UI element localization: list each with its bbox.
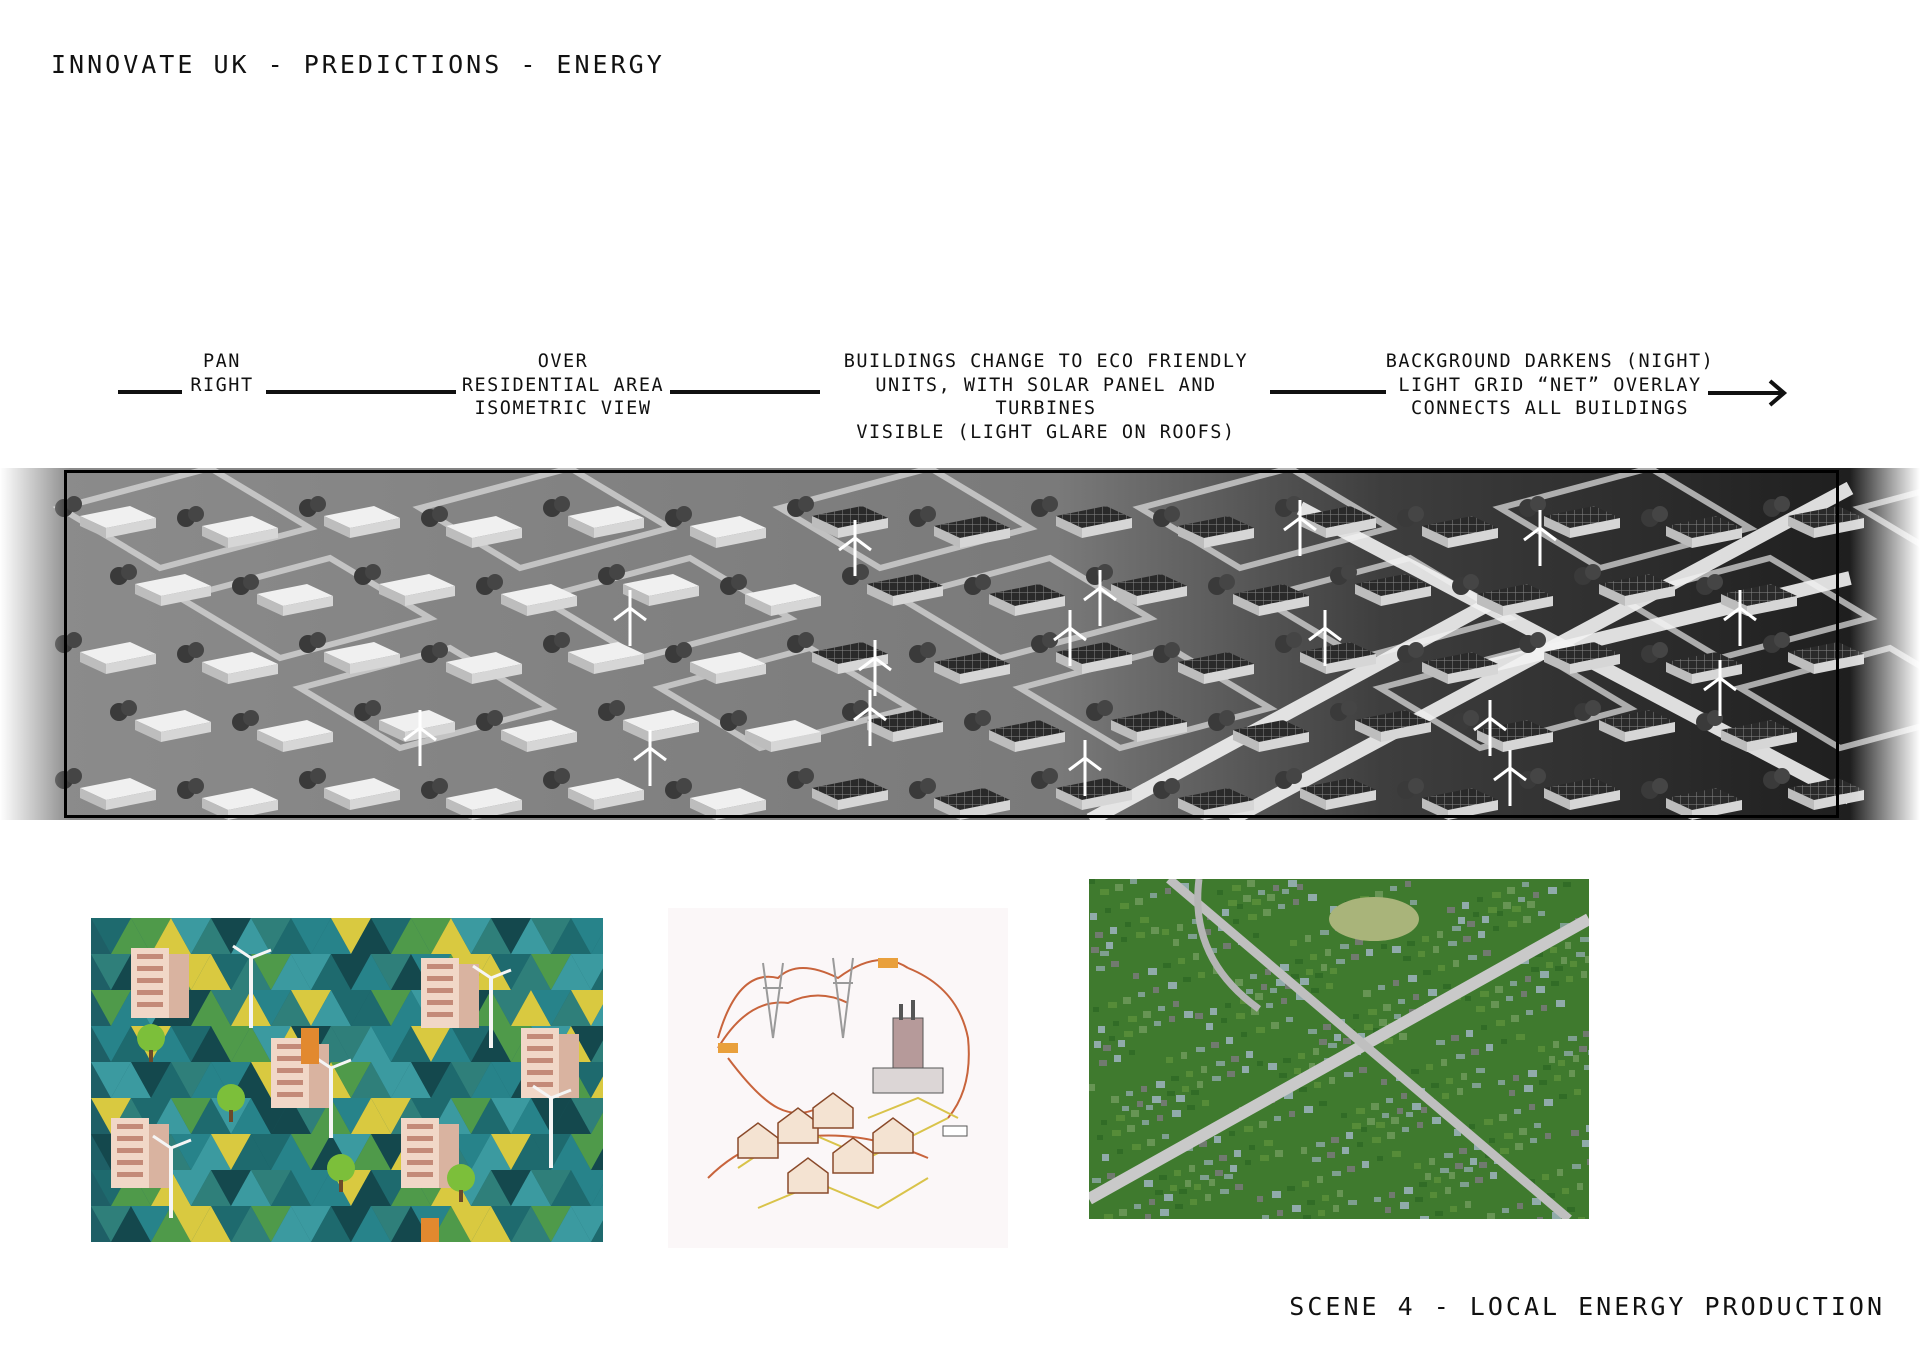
sketch-canvas	[0, 464, 1920, 827]
chimney-icon	[421, 1218, 439, 1242]
building-icon	[111, 1118, 169, 1188]
aerial-suburb-photo	[1089, 879, 1589, 1219]
timeline-step-night-grid: BACKGROUND DARKENS (NIGHT) LIGHT GRID “N…	[1385, 351, 1715, 419]
timeline-step-pan-right: PAN RIGHT	[190, 351, 254, 396]
page-title: INNOVATE UK - PREDICTIONS - ENERGY	[51, 50, 665, 79]
tree-icon	[327, 1154, 355, 1182]
building-icon	[521, 1028, 579, 1098]
building-icon	[271, 1038, 329, 1108]
timeline-step-residential: OVER RESIDENTIAL AREA ISOMETRIC VIEW	[461, 351, 665, 419]
timeline-connector	[266, 390, 456, 394]
tree-icon	[217, 1084, 245, 1112]
building-icon	[421, 958, 479, 1028]
timeline-connector	[1270, 390, 1386, 394]
arrow-right-icon	[1708, 379, 1788, 407]
field	[1329, 897, 1419, 941]
timeline-step-eco-buildings: BUILDINGS CHANGE TO ECO FRIENDLY UNITS, …	[843, 351, 1249, 443]
timeline-connector	[670, 390, 820, 394]
tree-icon	[137, 1024, 165, 1052]
storyboard-sketch	[0, 464, 1920, 827]
tree-icon	[447, 1164, 475, 1192]
isometric-city-image	[91, 918, 603, 1242]
building-icon	[131, 948, 189, 1018]
chimney-icon	[301, 1028, 319, 1064]
power-grid-diagram-image	[668, 908, 1008, 1248]
scene-title: SCENE 4 - LOCAL ENERGY PRODUCTION	[1289, 1292, 1885, 1321]
timeline-connector	[118, 390, 182, 394]
